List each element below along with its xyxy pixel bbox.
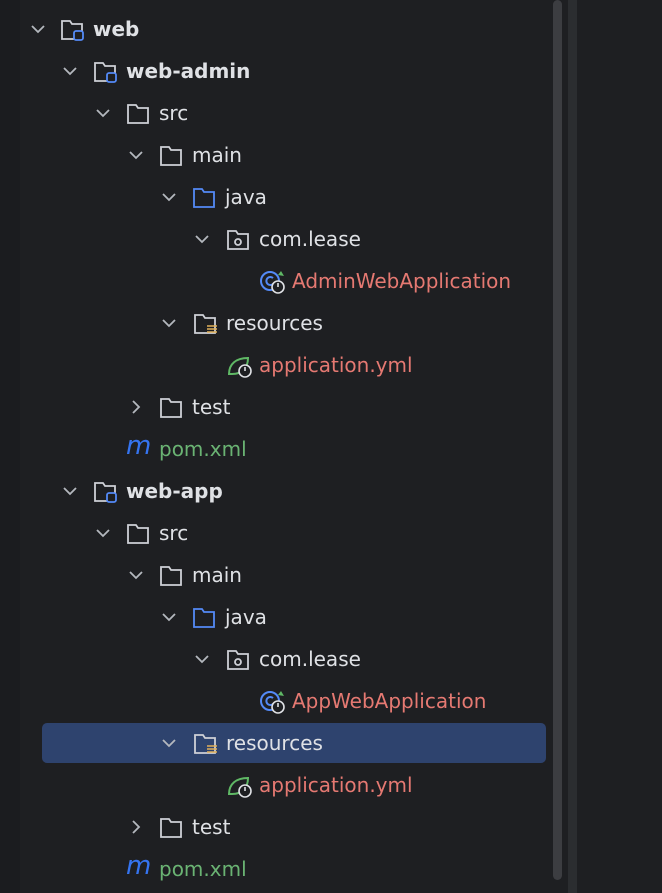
tree-label: src [159,101,189,125]
package-icon [227,650,249,670]
chevron-down-icon[interactable] [194,231,210,247]
tree-row-web-admin[interactable]: web-admin [0,50,552,92]
tree-row-test[interactable]: test [0,806,552,848]
tree-row-com-lease[interactable]: com.lease [0,218,552,260]
spring-boot-class-icon [260,691,285,714]
folder-icon [127,524,149,544]
tree-row-com-lease[interactable]: com.lease [0,638,552,680]
editor-area [577,0,662,893]
tree-label: AppWebApplication [292,689,487,713]
tree-label: application.yml [259,773,413,797]
spring-config-icon [227,356,252,378]
tree-row-resources-selected[interactable]: resources [0,722,552,764]
resources-folder-icon [194,734,217,754]
chevron-down-icon[interactable] [128,147,144,163]
tree-row-src[interactable]: src [0,512,552,554]
chevron-down-icon[interactable] [62,63,78,79]
tree-row-web-app[interactable]: web-app [0,470,552,512]
chevron-down-icon[interactable] [30,21,46,37]
source-folder-icon [193,608,215,628]
tree-row-main[interactable]: main [0,134,552,176]
tree-label: resources [226,311,323,335]
folder-icon [160,566,182,586]
tree-label: resources [226,731,323,755]
chevron-down-icon[interactable] [161,609,177,625]
project-tree: web web-admin src main java com.lease Ad… [20,0,552,893]
spring-boot-class-icon [260,271,285,294]
tree-row-application-yml[interactable]: application.yml [0,764,552,806]
maven-icon: m [126,431,152,461]
tree-row-resources[interactable]: resources [0,302,552,344]
chevron-down-icon[interactable] [194,651,210,667]
tree-label: pom.xml [159,437,247,461]
tree-row-main[interactable]: main [0,554,552,596]
tree-row-application-yml[interactable]: application.yml [0,344,552,386]
tree-label: src [159,521,189,545]
tree-label: com.lease [259,227,361,251]
tree-label: com.lease [259,647,361,671]
chevron-right-icon[interactable] [128,399,144,415]
tree-row-web[interactable]: web [0,8,552,50]
tree-label: application.yml [259,353,413,377]
panel-splitter[interactable] [568,0,577,893]
tree-row-pom-xml[interactable]: m pom.xml [0,848,552,890]
folder-icon [160,818,182,838]
chevron-down-icon[interactable] [95,525,111,541]
tree-label: java [225,605,267,629]
tree-row-src[interactable]: src [0,92,552,134]
tree-label: java [225,185,267,209]
tree-row-test[interactable]: test [0,386,552,428]
chevron-down-icon[interactable] [62,483,78,499]
module-folder-icon [61,20,84,41]
spring-config-icon [227,776,252,798]
tree-label: main [192,143,242,167]
tree-label: web-admin [126,59,251,83]
tree-row-admin-web-application[interactable]: AdminWebApplication [0,260,552,302]
chevron-down-icon[interactable] [161,315,177,331]
tree-label: AdminWebApplication [292,269,512,293]
chevron-down-icon[interactable] [161,735,177,751]
tree-label: web [93,17,140,41]
chevron-right-icon[interactable] [128,819,144,835]
tree-row-app-web-application[interactable]: AppWebApplication [0,680,552,722]
chevron-down-icon[interactable] [128,567,144,583]
tree-row-java[interactable]: java [0,176,552,218]
tree-row-java[interactable]: java [0,596,552,638]
tree-label: web-app [126,479,223,503]
tree-label: pom.xml [159,857,247,881]
tree-label: test [192,815,231,839]
scrollbar-thumb[interactable] [553,0,562,880]
tree-row-pom-xml[interactable]: m pom.xml [0,428,552,470]
chevron-down-icon[interactable] [161,189,177,205]
package-icon [227,230,249,250]
resources-folder-icon [194,314,217,334]
folder-icon [160,146,182,166]
module-folder-icon [94,482,117,503]
folder-icon [160,398,182,418]
folder-icon [127,104,149,124]
maven-icon: m [126,851,152,881]
source-folder-icon [193,188,215,208]
tree-label: test [192,395,231,419]
module-folder-icon [94,62,117,83]
tree-label: main [192,563,242,587]
chevron-down-icon[interactable] [95,105,111,121]
